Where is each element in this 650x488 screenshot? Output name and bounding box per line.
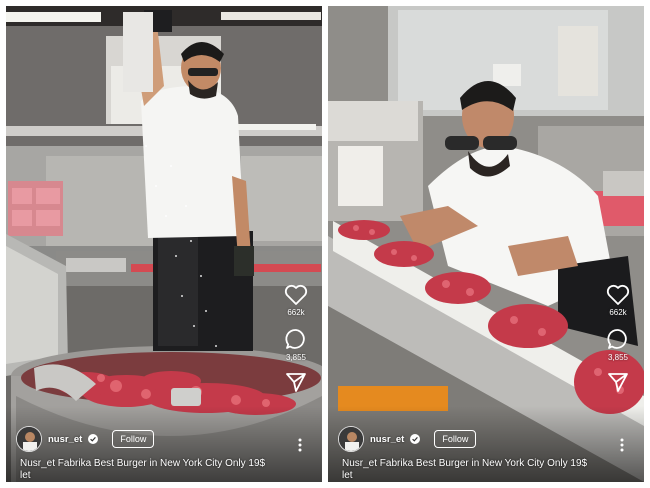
username[interactable]: nusr_et xyxy=(48,434,82,445)
share-icon xyxy=(607,372,629,392)
more-icon xyxy=(620,438,624,455)
reel-right-video[interactable] xyxy=(328,6,644,482)
heart-icon xyxy=(284,284,308,306)
comment-icon xyxy=(606,327,630,351)
reels-comparison: 662k 3,855 nusr_et Follow Nusr_et Fabrik… xyxy=(0,0,650,488)
action-rail: 662k 3,855 xyxy=(600,284,636,392)
comment-count: 3,855 xyxy=(607,353,629,362)
verified-icon xyxy=(88,434,99,444)
comment-count: 3,855 xyxy=(285,353,307,362)
verified-icon xyxy=(410,434,421,444)
caption-line-2: let xyxy=(342,470,353,481)
share-button[interactable] xyxy=(285,372,307,392)
reel-right[interactable]: 662k 3,855 nusr_et Follow Nusr_et Fabrik… xyxy=(328,6,644,482)
share-icon xyxy=(285,372,307,392)
like-button[interactable]: 662k xyxy=(284,284,308,317)
user-row: nusr_et Follow xyxy=(16,426,155,452)
avatar[interactable] xyxy=(16,426,42,452)
caption-line-1: Nusr_et Fabrika Best Burger in New York … xyxy=(342,458,588,469)
share-button[interactable] xyxy=(607,372,629,392)
follow-button[interactable]: Follow xyxy=(112,430,155,448)
reel-footer: nusr_et Follow Nusr_et Fabrika Best Burg… xyxy=(6,422,322,482)
more-icon xyxy=(298,438,302,455)
reel-footer: nusr_et Follow Nusr_et Fabrika Best Burg… xyxy=(328,422,644,482)
comment-icon xyxy=(284,327,308,351)
caption-line-1: Nusr_et Fabrika Best Burger in New York … xyxy=(20,458,266,469)
comment-button[interactable]: 3,855 xyxy=(284,327,308,362)
heart-icon xyxy=(606,284,630,306)
follow-button[interactable]: Follow xyxy=(434,430,477,448)
action-rail: 662k 3,855 xyxy=(278,284,314,392)
like-count: 662k xyxy=(609,308,627,317)
reel-left[interactable]: 662k 3,855 nusr_et Follow Nusr_et Fabrik… xyxy=(6,6,322,482)
more-button[interactable] xyxy=(298,438,302,452)
more-button[interactable] xyxy=(620,438,624,452)
caption-line-2: let xyxy=(20,470,31,481)
caption[interactable]: Nusr_et Fabrika Best Burger in New York … xyxy=(20,458,312,482)
reel-left-video[interactable] xyxy=(6,6,322,482)
like-button[interactable]: 662k xyxy=(606,284,630,317)
comment-button[interactable]: 3,855 xyxy=(606,327,630,362)
user-row: nusr_et Follow xyxy=(338,426,477,452)
like-count: 662k xyxy=(287,308,305,317)
caption[interactable]: Nusr_et Fabrika Best Burger in New York … xyxy=(342,458,634,482)
username[interactable]: nusr_et xyxy=(370,434,404,445)
avatar[interactable] xyxy=(338,426,364,452)
